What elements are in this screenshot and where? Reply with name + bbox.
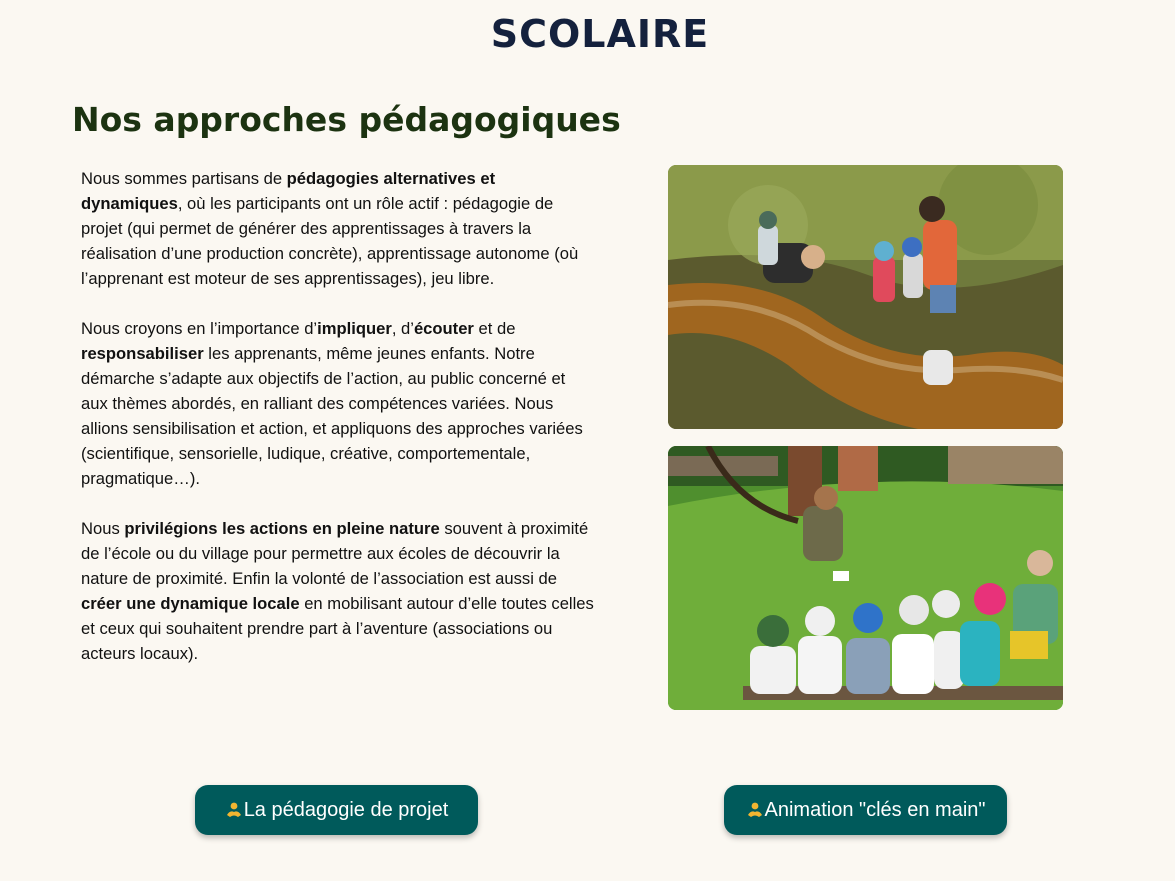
animation-cles-en-main-button[interactable]: Animation "clés en main" — [724, 785, 1007, 835]
pedagogie-de-projet-label: La pédagogie de projet — [243, 798, 449, 821]
paragraph-alternative-pedagogy: Nous sommes partisans de pédagogies alte… — [81, 169, 579, 288]
animation-cles-en-main-label: Animation "clés en main" — [764, 798, 986, 821]
emphasis: créer une dynamique locale — [81, 594, 300, 613]
person-hands-icon — [747, 802, 762, 817]
emphasis: écouter — [413, 319, 474, 338]
intro-text: Nous sommes partisans de pédagogies alte… — [81, 166, 596, 691]
children-in-stream-photo — [668, 165, 1063, 429]
paragraph-nature-actions: Nous privilégions les actions en pleine … — [81, 519, 594, 663]
person-hands-icon — [226, 802, 241, 817]
emphasis: responsabiliser — [81, 344, 204, 363]
page-title: SCOLAIRE — [490, 12, 710, 56]
children-on-bench-photo — [668, 446, 1063, 710]
section-title: Nos approches pédagogiques — [72, 100, 621, 139]
emphasis: impliquer — [317, 319, 392, 338]
emphasis: privilégions les actions en pleine natur… — [124, 519, 440, 538]
pedagogie-de-projet-button[interactable]: La pédagogie de projet — [195, 785, 478, 835]
paragraph-approach: Nous croyons en l’importance d’impliquer… — [81, 319, 583, 488]
